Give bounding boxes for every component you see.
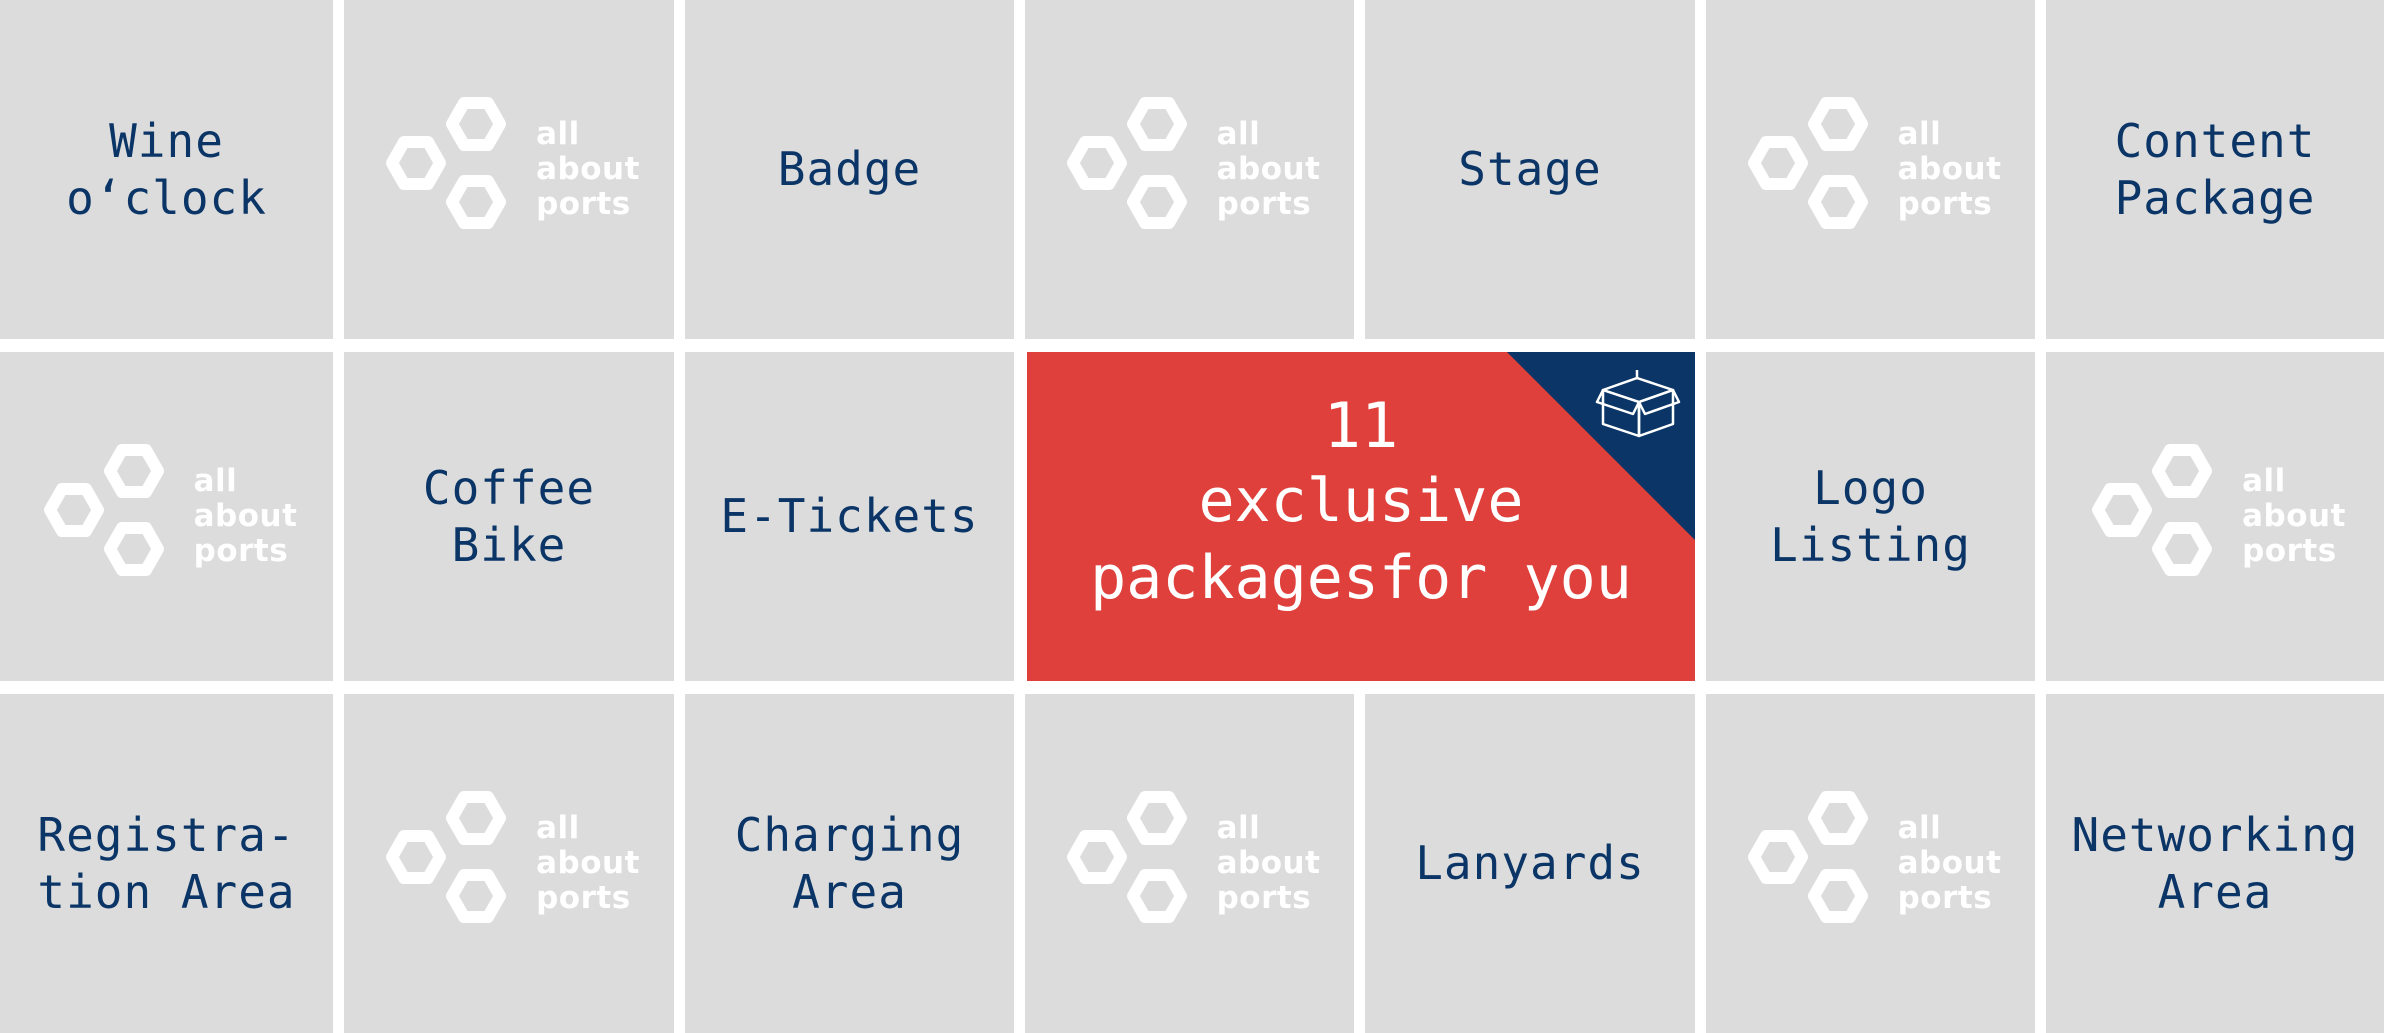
tile-stage[interactable]: Stage — [1365, 0, 1695, 339]
tile-label: Coffee Bike — [422, 460, 596, 572]
tile-logo-listing[interactable]: Logo Listing — [1706, 352, 2035, 681]
hexagon-cluster-icon — [386, 96, 507, 229]
tile-logo: all about ports — [344, 694, 674, 1033]
all-about-ports-logo: all about ports — [1059, 789, 1321, 939]
logo-line: about — [193, 498, 298, 534]
logo-line: about — [1897, 845, 2002, 881]
hexagon-cluster-icon — [43, 443, 164, 576]
logo-text: all about ports — [194, 464, 298, 569]
logo-text: all about ports — [536, 117, 640, 222]
tile-logo: all about ports — [344, 0, 674, 339]
logo-text: all about ports — [1898, 811, 2002, 916]
tile-label: Logo Listing — [1770, 460, 1971, 572]
logo-line: all — [1216, 810, 1261, 846]
logo-line: all — [193, 463, 238, 499]
logo-line: ports — [1216, 186, 1312, 222]
logo-line: about — [1216, 151, 1321, 187]
logo-line: about — [536, 151, 640, 187]
all-about-ports-logo: all about ports — [1059, 95, 1321, 245]
tile-label: E-Tickets — [720, 489, 979, 543]
tile-content-package[interactable]: Content Package — [2046, 0, 2384, 339]
logo-line: all — [1216, 116, 1261, 152]
logo-text: all about ports — [1898, 117, 2002, 222]
tile-wine-oclock[interactable]: Wine o‘clock — [0, 0, 333, 339]
logo-line: ports — [2242, 533, 2337, 569]
hexagon-cluster-icon — [1066, 96, 1187, 229]
logo-line: about — [536, 845, 640, 881]
hexagon-cluster-icon — [1747, 790, 1868, 923]
banner-line-1: exclusive — [1198, 466, 1524, 536]
tile-label: Charging Area — [734, 807, 965, 919]
tile-label: Content Package — [2114, 113, 2316, 225]
tile-logo: all about ports — [1706, 694, 2035, 1033]
all-about-ports-logo: all about ports — [1740, 789, 2002, 939]
hexagon-cluster-icon — [1747, 96, 1868, 229]
tile-registration-area[interactable]: Registra- tion Area — [0, 694, 333, 1033]
exclusive-packages-banner[interactable]: 11 exclusive packagesfor you — [1027, 352, 1695, 681]
tile-badge[interactable]: Badge — [685, 0, 1014, 339]
logo-line: ports — [1216, 880, 1312, 916]
logo-line: all — [1897, 116, 1942, 152]
logo-line: ports — [193, 533, 289, 569]
logo-line: ports — [536, 880, 631, 916]
tile-logo: all about ports — [2046, 352, 2384, 681]
tile-e-tickets[interactable]: E-Tickets — [685, 352, 1014, 681]
logo-line: ports — [1897, 186, 1993, 222]
logo-line: all — [2242, 463, 2286, 499]
logo-line: ports — [1897, 880, 1993, 916]
all-about-ports-logo: all about ports — [2084, 442, 2346, 592]
logo-text: all about ports — [1217, 117, 1321, 222]
banner-line-2: packagesfor you — [1090, 543, 1632, 613]
hexagon-cluster-icon — [386, 790, 507, 923]
logo-text: all about ports — [2242, 464, 2346, 569]
tile-lanyards[interactable]: Lanyards — [1365, 694, 1695, 1033]
tile-charging-area[interactable]: Charging Area — [685, 694, 1014, 1033]
tile-logo: all about ports — [1025, 0, 1354, 339]
logo-line: all — [536, 810, 580, 846]
tile-label: Stage — [1458, 142, 1602, 196]
logo-line: about — [1216, 845, 1321, 881]
tile-coffee-bike[interactable]: Coffee Bike — [344, 352, 674, 681]
hexagon-cluster-icon — [1066, 790, 1187, 923]
tile-logo: all about ports — [0, 352, 333, 681]
logo-line: ports — [536, 186, 631, 222]
hexagon-cluster-icon — [2092, 443, 2213, 576]
tile-label: Networking Area — [2071, 807, 2359, 919]
tile-logo: all about ports — [1025, 694, 1354, 1033]
tile-logo: all about ports — [1706, 0, 2035, 339]
all-about-ports-logo: all about ports — [1740, 95, 2002, 245]
banner-text: 11 exclusive packagesfor you — [1027, 388, 1695, 617]
all-about-ports-logo: all about ports — [36, 442, 298, 592]
tile-label: Registra- tion Area — [37, 807, 296, 919]
all-about-ports-logo: all about ports — [378, 789, 640, 939]
logo-text: all about ports — [1217, 811, 1321, 916]
package-count: 11 — [1323, 389, 1399, 462]
all-about-ports-logo: all about ports — [378, 95, 640, 245]
logo-text: all about ports — [536, 811, 640, 916]
tile-label: Lanyards — [1415, 836, 1645, 890]
tile-label: Wine o‘clock — [66, 113, 267, 225]
logo-line: all — [536, 116, 580, 152]
logo-line: about — [2242, 498, 2346, 534]
logo-line: about — [1897, 151, 2002, 187]
logo-line: all — [1897, 810, 1942, 846]
tile-networking-area[interactable]: Networking Area — [2046, 694, 2384, 1033]
tile-label: Badge — [777, 142, 922, 196]
